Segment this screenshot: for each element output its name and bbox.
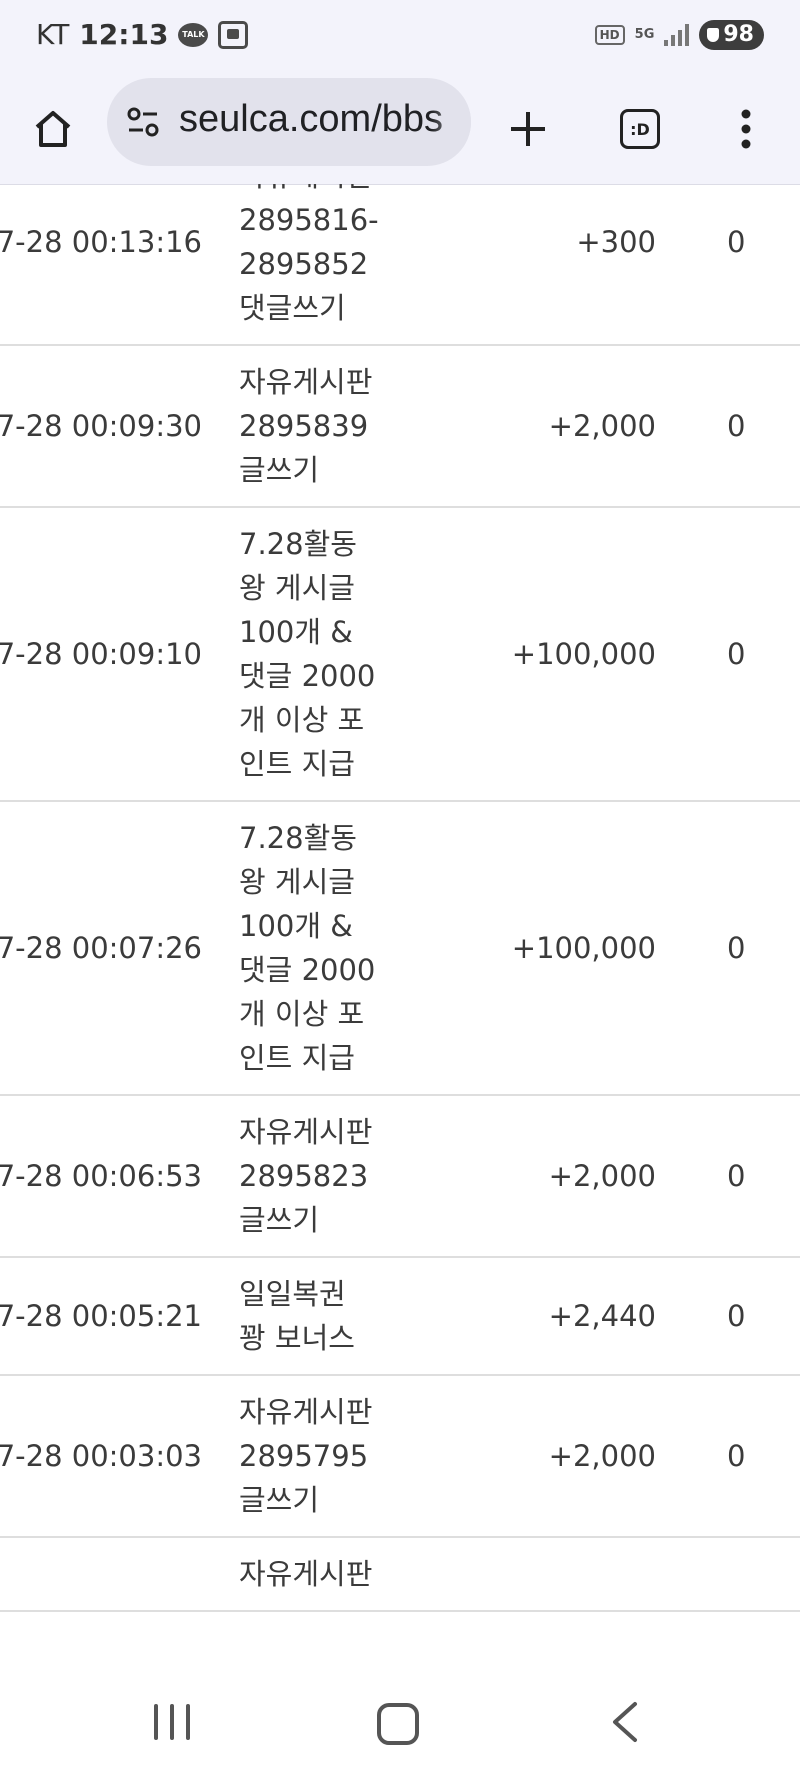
balance-cell: 0: [727, 225, 746, 259]
description-line: 글쓰기: [239, 453, 320, 487]
description-line: 댓글 2000: [239, 953, 376, 987]
points-cell: +100,000: [511, 637, 656, 671]
balance-cell: 0: [727, 931, 746, 965]
balance-cell: 0: [727, 637, 746, 671]
description-line: 자유게시판: [239, 1557, 373, 1591]
description-cell: 일일복권꽝 보너스: [239, 1258, 389, 1374]
tab-switcher-button[interactable]: :D: [605, 94, 675, 164]
battery-level: 98: [723, 22, 754, 47]
recent-apps-icon[interactable]: [154, 1704, 190, 1740]
date-cell: 07-28 00:09:30: [0, 409, 202, 443]
table-row: 자유게시판 2895816- 2895852 댓글쓰기 07-28 00:13:16 +3…: [0, 184, 800, 346]
description-line: 자유게시판: [239, 1115, 373, 1149]
balance-cell: 0: [727, 1159, 746, 1193]
date-cell: 07-28 00:09:10: [0, 637, 202, 671]
back-icon[interactable]: [605, 1700, 645, 1744]
points-cell: +2,000: [548, 1439, 656, 1473]
table-row: 7.28활동왕 게시글 100개 & 댓글 2000 개 이상 포인트 지급 07-28…: [0, 802, 800, 1096]
description-line: 자유게시판: [239, 1395, 373, 1429]
points-cell: +2,000: [548, 1159, 656, 1193]
table-row: 자유게시판 2895823 글쓰기 07-28 00:06:53 +2,000 0: [0, 1096, 800, 1258]
points-cell: +2,440: [548, 1299, 656, 1333]
description-line: 글쓰기: [239, 1203, 320, 1237]
more-menu-button[interactable]: [711, 94, 781, 164]
description-line: 자유게시판: [239, 365, 373, 399]
date-cell: 07-28 00:07:26: [0, 931, 202, 965]
balance-cell: 0: [727, 409, 746, 443]
description-line: 개 이상 포: [239, 703, 365, 737]
new-tab-button[interactable]: [493, 94, 563, 164]
kakaotalk-notification-icon: TALK: [178, 22, 209, 47]
description-line: 인트 지급: [239, 747, 355, 781]
description-line: 인트 지급: [239, 1041, 355, 1075]
tab-count-icon: :D: [620, 109, 660, 149]
system-navigation-bar: [0, 1680, 800, 1778]
table-row: 자유게시판: [0, 1538, 800, 1612]
more-vert-icon: [741, 109, 751, 149]
description-cell: 7.28활동왕 게시글 100개 & 댓글 2000 개 이상 포인트 지급: [239, 508, 389, 800]
description-line: 2895823: [239, 1159, 369, 1193]
description-cell: 자유게시판 2895839 글쓰기: [239, 346, 389, 506]
balance-cell: 0: [727, 1439, 746, 1473]
shield-icon: [707, 28, 720, 42]
description-line: 100개 &: [239, 909, 353, 943]
description-line: 100개 &: [239, 615, 353, 649]
description-line: 왕 게시글: [239, 865, 355, 899]
hd-voice-icon: HD: [594, 25, 625, 45]
description-cell: 자유게시판 2895823 글쓰기: [239, 1096, 389, 1256]
date-cell: 07-28 00:05:21: [0, 1299, 202, 1333]
network-5g-icon: 5G: [634, 27, 655, 42]
browser-toolbar: seulca.com/bbs :D: [0, 74, 800, 185]
date-cell: 07-28 00:06:53: [0, 1159, 202, 1193]
date-cell: 07-28 00:03:03: [0, 1439, 202, 1473]
table-row: 자유게시판 2895795 글쓰기 07-28 00:03:03 +2,000 0: [0, 1376, 800, 1538]
carrier-label: KT: [36, 18, 70, 51]
site-settings-icon[interactable]: [123, 102, 163, 142]
points-cell: +300: [576, 225, 656, 259]
description-line: 7.28활동: [239, 527, 357, 561]
description-line: 2895839: [239, 409, 369, 443]
table-row: 자유게시판 2895839 글쓰기 07-28 00:09:30 +2,000 0: [0, 346, 800, 508]
description-line: 댓글 2000: [239, 659, 376, 693]
screenshot-icon: [218, 20, 249, 49]
description-line: 2895816-: [239, 203, 379, 237]
description-line: 7.28활동: [239, 821, 357, 855]
status-bar: KT 12:13 TALK HD 5G 98: [0, 0, 800, 74]
status-right: HD 5G 98: [594, 20, 764, 50]
url-text[interactable]: seulca.com/bbs: [179, 98, 443, 141]
description-line: 왕 게시글: [239, 571, 355, 605]
points-cell: +100,000: [511, 931, 656, 965]
table-body: 자유게시판 2895816- 2895852 댓글쓰기 07-28 00:13:16 +3…: [0, 184, 800, 1612]
clock: 12:13: [79, 18, 169, 51]
signal-strength-icon: [664, 24, 690, 46]
home-button[interactable]: [18, 94, 88, 164]
description-cell: 자유게시판 2895795 글쓰기: [239, 1376, 389, 1536]
description-line: 2895795: [239, 1439, 369, 1473]
description-line: 댓글쓰기: [239, 291, 346, 325]
balance-cell: 0: [727, 1299, 746, 1333]
battery-indicator: 98: [699, 20, 764, 50]
description-line: 일일복권: [239, 1277, 346, 1311]
description-line: 글쓰기: [239, 1483, 320, 1517]
description-cell: 자유게시판 2895816- 2895852 댓글쓰기: [239, 184, 389, 344]
plus-icon: [511, 112, 545, 146]
home-nav-icon[interactable]: [377, 1703, 419, 1745]
description-line: 자유게시판: [239, 184, 389, 198]
description-line: 꽝 보너스: [239, 1321, 355, 1355]
status-left: KT 12:13 TALK: [36, 18, 249, 51]
talk-badge: TALK: [178, 22, 209, 47]
points-cell: +2,000: [548, 409, 656, 443]
address-bar[interactable]: seulca.com/bbs: [107, 78, 471, 166]
description-line: 개 이상 포: [239, 997, 365, 1031]
home-icon: [35, 111, 71, 147]
date-cell: 07-28 00:13:16: [0, 225, 202, 259]
description-line: 2895852: [239, 247, 369, 281]
point-history-table[interactable]: 자유게시판 2895816- 2895852 댓글쓰기 07-28 00:13:16 +3…: [0, 184, 800, 1680]
description-cell: 자유게시판: [239, 1538, 389, 1610]
table-row: 일일복권꽝 보너스 07-28 00:05:21 +2,440 0: [0, 1258, 800, 1376]
table-row: 7.28활동왕 게시글 100개 & 댓글 2000 개 이상 포인트 지급 07-28…: [0, 508, 800, 802]
description-cell: 7.28활동왕 게시글 100개 & 댓글 2000 개 이상 포인트 지급: [239, 802, 389, 1094]
